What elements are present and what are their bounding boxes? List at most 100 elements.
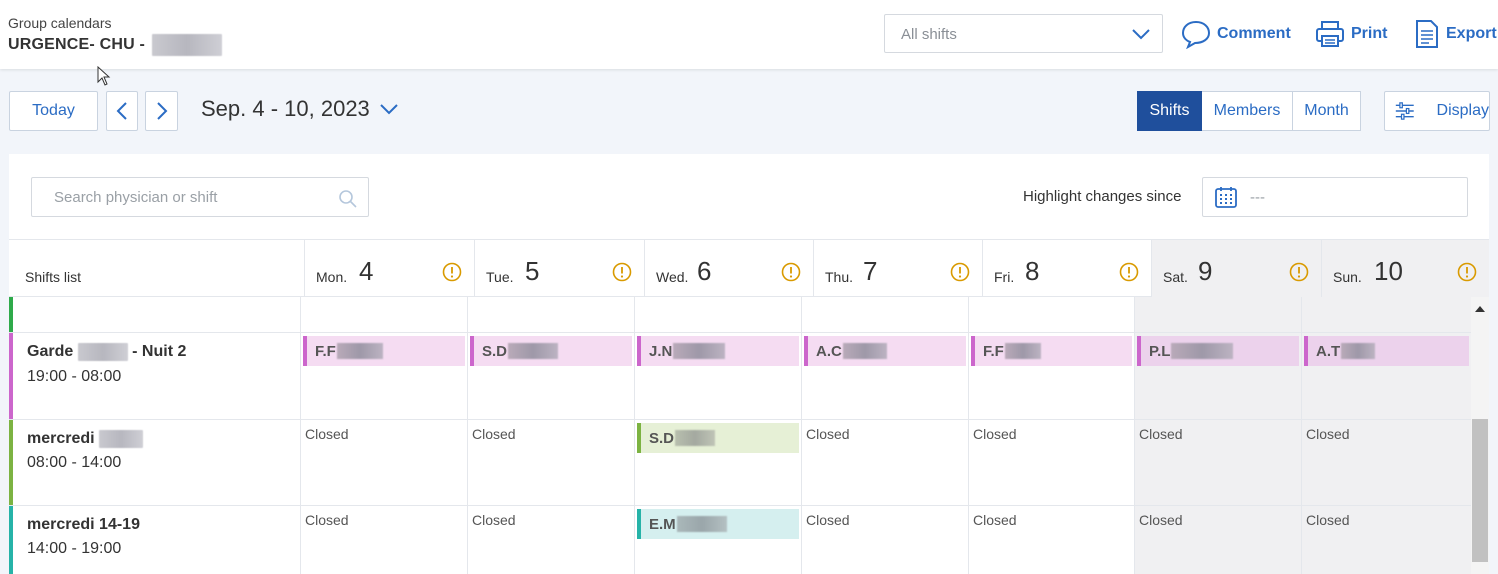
chevron-left-icon — [116, 102, 127, 120]
shift-color-bar — [9, 297, 13, 332]
day-cell[interactable]: E.M — [634, 506, 801, 574]
day-cell[interactable] — [801, 297, 968, 332]
day-cell[interactable]: Closed — [801, 420, 968, 505]
assignment-chip[interactable]: F.F — [303, 336, 465, 366]
day-cell[interactable] — [968, 297, 1134, 332]
warning-icon[interactable] — [1119, 262, 1139, 282]
highlight-date-field[interactable]: --- — [1202, 177, 1468, 217]
view-tab-members[interactable]: Members — [1202, 91, 1293, 131]
shift-filter-select[interactable]: All shifts — [884, 14, 1163, 53]
vertical-scrollbar[interactable] — [1471, 297, 1489, 574]
calendar-panel: Highlight changes since --- Shifts list … — [9, 154, 1489, 574]
sliders-icon — [1395, 102, 1414, 120]
warning-icon[interactable] — [781, 262, 801, 282]
closed-label: Closed — [806, 512, 850, 528]
physician-initials: P.L — [1149, 342, 1171, 360]
day-cell[interactable] — [1301, 297, 1471, 332]
day-cell[interactable]: Closed — [1301, 420, 1471, 505]
previous-week-button[interactable] — [106, 91, 138, 131]
highlight-date-value: --- — [1250, 189, 1265, 206]
day-cell[interactable]: A.C — [801, 333, 968, 419]
search-field[interactable] — [31, 177, 369, 217]
shift-color-bar — [9, 420, 13, 505]
day-cell[interactable]: Closed — [1134, 420, 1301, 505]
assignment-chip[interactable]: S.D — [470, 336, 632, 366]
comment-button[interactable]: Comment — [1181, 18, 1291, 50]
assignment-chip[interactable]: F.F — [971, 336, 1132, 366]
physician-initials: S.D — [482, 342, 508, 360]
day-header-tue[interactable]: Tue. 5 — [474, 240, 644, 297]
warning-icon[interactable] — [442, 262, 462, 282]
day-cell[interactable]: P.L — [1134, 333, 1301, 419]
day-cell[interactable] — [467, 297, 634, 332]
day-cell[interactable]: Closed — [1301, 506, 1471, 574]
day-cell[interactable] — [300, 297, 467, 332]
group-name-text: URGENCE- CHU - — [8, 36, 146, 54]
next-week-button[interactable] — [145, 91, 178, 131]
day-cell[interactable]: Closed — [1134, 506, 1301, 574]
view-tab-shifts[interactable]: Shifts — [1137, 91, 1202, 131]
comment-icon — [1181, 20, 1211, 49]
day-cell[interactable]: Closed — [300, 420, 467, 505]
scrollbar-thumb[interactable] — [1472, 419, 1488, 562]
day-header-thu[interactable]: Thu. 7 — [813, 240, 982, 297]
closed-label: Closed — [305, 426, 349, 442]
warning-icon[interactable] — [1289, 262, 1309, 282]
day-name: Tue. — [486, 269, 514, 285]
day-name: Sat. — [1163, 269, 1188, 285]
print-button[interactable]: Print — [1315, 18, 1387, 50]
day-cell[interactable]: F.F — [968, 333, 1134, 419]
day-header-fri[interactable]: Fri. 8 — [982, 240, 1151, 297]
warning-icon[interactable] — [612, 262, 632, 282]
day-cell[interactable]: Closed — [801, 506, 968, 574]
shift-title[interactable]: mercredi 14-19 — [27, 516, 140, 534]
day-header-mon[interactable]: Mon. 4 — [304, 240, 474, 297]
shift-title[interactable]: mercredi — [27, 430, 144, 448]
assignment-chip[interactable]: A.T — [1304, 336, 1469, 366]
chevron-down-icon — [380, 104, 398, 115]
day-cell[interactable]: S.D — [634, 420, 801, 505]
closed-label: Closed — [1139, 426, 1183, 442]
day-cell[interactable]: Closed — [467, 420, 634, 505]
day-cell[interactable]: A.T — [1301, 333, 1471, 419]
day-cell[interactable]: Closed — [467, 506, 634, 574]
calendar-icon — [1215, 187, 1237, 208]
day-header-sat[interactable]: Sat. 9 — [1151, 240, 1321, 297]
assignment-chip[interactable]: J.N — [637, 336, 799, 366]
shifts-list-label: Shifts list — [25, 269, 82, 285]
day-number: 6 — [697, 256, 712, 286]
warning-icon[interactable] — [1457, 262, 1477, 282]
assignment-chip[interactable]: S.D — [637, 423, 799, 453]
comment-label: Comment — [1217, 25, 1291, 42]
day-cell[interactable]: J.N — [634, 333, 801, 419]
assignment-chip[interactable]: E.M — [637, 509, 799, 539]
physician-initials: A.T — [1316, 342, 1341, 360]
closed-label: Closed — [1306, 426, 1350, 442]
export-icon — [1416, 20, 1438, 48]
closed-label: Closed — [1306, 512, 1350, 528]
day-cell[interactable] — [634, 297, 801, 332]
export-button[interactable]: Export — [1414, 18, 1497, 50]
today-button[interactable]: Today — [9, 91, 98, 131]
shift-title[interactable]: Garde - Nuit 2 — [27, 343, 186, 361]
day-cell[interactable]: Closed — [968, 420, 1134, 505]
day-cell[interactable]: F.F — [300, 333, 467, 419]
shift-row-mercredi-morning: mercredi 08:00 - 14:00 Closed Closed S.D… — [9, 420, 1471, 506]
shift-filter-value: All shifts — [901, 26, 957, 43]
view-tab-month[interactable]: Month — [1293, 91, 1361, 131]
day-cell[interactable] — [1134, 297, 1301, 332]
search-input[interactable] — [52, 188, 336, 207]
warning-icon[interactable] — [950, 262, 970, 282]
chevron-down-icon — [1132, 29, 1150, 40]
scroll-up-arrow-icon[interactable] — [1475, 305, 1485, 313]
day-header-sun[interactable]: Sun. 10 — [1321, 240, 1489, 297]
day-cell[interactable]: Closed — [300, 506, 467, 574]
display-button[interactable]: Display — [1384, 91, 1490, 131]
day-cell[interactable]: S.D — [467, 333, 634, 419]
physician-initials: F.F — [315, 342, 336, 360]
assignment-chip[interactable]: A.C — [804, 336, 966, 366]
date-range-picker[interactable]: Sep. 4 - 10, 2023 — [201, 96, 398, 122]
assignment-chip[interactable]: P.L — [1137, 336, 1299, 366]
day-header-wed[interactable]: Wed. 6 — [644, 240, 813, 297]
day-cell[interactable]: Closed — [968, 506, 1134, 574]
